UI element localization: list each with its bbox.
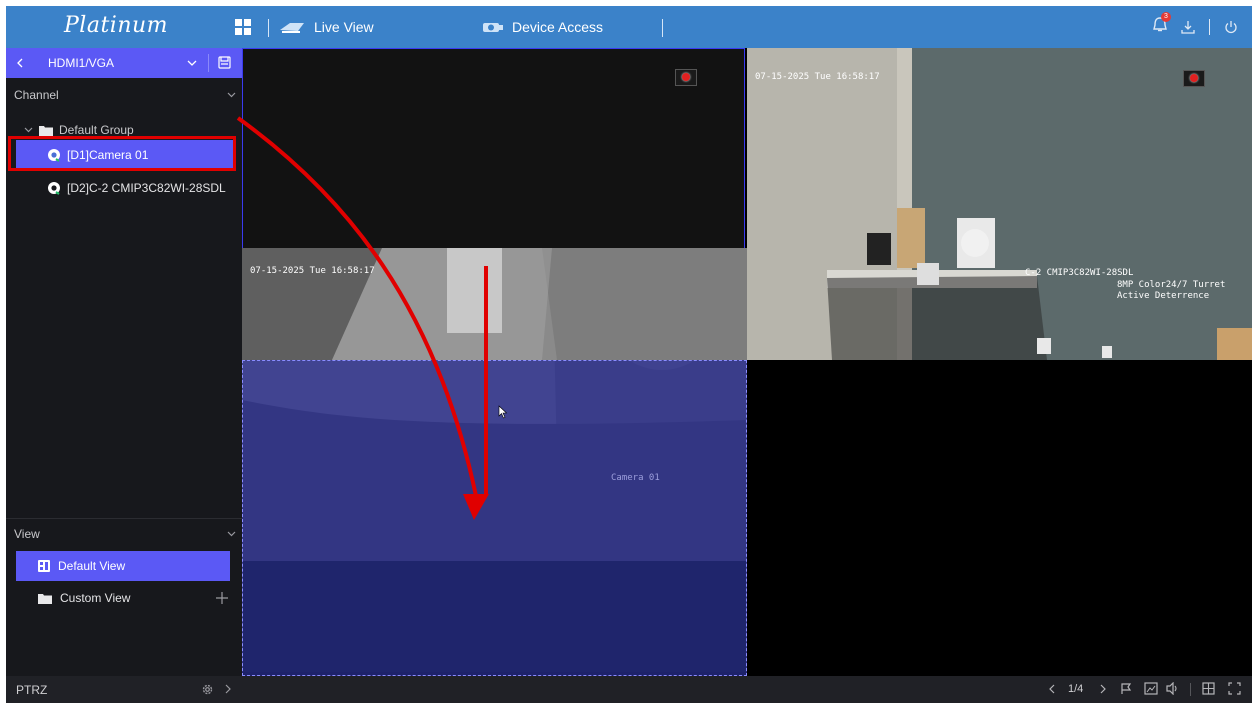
save-icon[interactable] [218, 56, 231, 69]
download-icon[interactable] [1181, 20, 1195, 34]
view-layout-icon [38, 560, 50, 572]
add-icon[interactable] [216, 592, 228, 604]
osd-timestamp: 07-15-2025 Tue 16:58:17 [250, 266, 375, 276]
folder-icon [39, 125, 53, 136]
view-item-custom[interactable]: Custom View [38, 585, 228, 611]
view-label: Custom View [60, 591, 131, 605]
sequence-icon[interactable] [1120, 682, 1133, 695]
chevron-down-icon[interactable] [187, 60, 197, 67]
channel-header-label: Channel [14, 88, 59, 102]
channel-label: [D2]C-2 CMIP3C82WI-28SDL [67, 181, 226, 195]
osd-camera-name: C-2 CMIP3C82WI-28SDL [1025, 268, 1134, 278]
notification-bell-icon[interactable]: 3 [1153, 11, 1171, 38]
live-view-icon [280, 23, 304, 33]
view-item-default[interactable]: Default View [16, 551, 230, 581]
ptrz-label: PTRZ [16, 683, 48, 697]
recording-icon [675, 69, 697, 86]
display-output-selector[interactable]: HDMI1/VGA [6, 48, 242, 78]
bottom-bar: PTRZ 1/4 [6, 676, 1252, 703]
tab-device-access[interactable]: Device Access [482, 6, 603, 48]
camera-feed-image-office [747, 48, 1252, 360]
layout-grid-icon[interactable] [1202, 682, 1215, 695]
sidebar: HDMI1/VGA Channel Default Group [D1]Came… [6, 48, 242, 676]
brand-logo: Platinum [64, 13, 169, 38]
top-right-controls: 3 [1153, 6, 1238, 48]
top-bar: Platinum Live View Device Access 3 [6, 6, 1252, 48]
group-label: Default Group [59, 123, 134, 137]
camera-device-icon [483, 23, 503, 32]
live-view-grid: 07-15-2025 Tue 16:58:17 C-2 CMIP3C82WI-2… [242, 48, 1252, 676]
channel-item-c2[interactable]: [D2]C-2 CMIP3C82WI-28SDL [47, 175, 237, 201]
folder-icon [38, 593, 52, 604]
tab-label: Live View [314, 19, 374, 35]
osd-timestamp: 07-15-2025 Tue 16:58:17 [755, 72, 880, 82]
view-section-header[interactable]: View [14, 527, 236, 543]
power-icon[interactable] [1224, 20, 1238, 34]
channel-section-header[interactable]: Channel [14, 88, 236, 104]
mouse-cursor-icon [498, 405, 508, 419]
next-page-icon[interactable] [1100, 684, 1107, 694]
recording-icon [1183, 70, 1205, 87]
osd-camera-name: Camera 01 [611, 473, 660, 483]
chevron-down-icon[interactable] [227, 92, 236, 98]
view-header-label: View [14, 527, 40, 541]
gear-icon[interactable] [201, 683, 214, 696]
view-section: View Default View Custom View [6, 518, 242, 677]
drop-zone-overlay: Camera 01 [242, 360, 747, 676]
app-window: Platinum Live View Device Access 3 HDMI1… [6, 6, 1252, 703]
chevron-left-icon[interactable] [16, 58, 24, 68]
topbar-divider [1209, 19, 1210, 35]
tab-label: Device Access [512, 19, 604, 35]
view-label: Default View [58, 559, 126, 573]
menu-grid-icon[interactable] [235, 19, 251, 35]
snapshot-icon[interactable] [1144, 682, 1158, 695]
chevron-down-icon[interactable] [24, 127, 33, 133]
tab-live-view[interactable]: Live View [278, 6, 374, 48]
display-output-label: HDMI1/VGA [48, 56, 115, 70]
chevron-right-icon[interactable] [225, 684, 232, 694]
highlight-annotation-box [8, 136, 236, 171]
audio-icon[interactable] [1166, 682, 1180, 695]
page-indicator: 1/4 [1068, 683, 1084, 695]
notification-badge: 3 [1161, 11, 1171, 22]
camera-feed-image-ceiling-top [242, 248, 747, 360]
fullscreen-icon[interactable] [1228, 682, 1241, 695]
video-tile-2[interactable]: 07-15-2025 Tue 16:58:17 C-2 CMIP3C82WI-2… [747, 48, 1252, 360]
camera-online-icon [48, 182, 60, 195]
osd-camera-desc-1: 8MP Color24/7 Turret [1117, 280, 1226, 290]
camera-01-feed-top: 07-15-2025 Tue 16:58:17 [242, 248, 747, 360]
prev-page-icon[interactable] [1048, 684, 1055, 694]
chevron-down-icon[interactable] [227, 531, 236, 537]
osd-camera-desc-2: Active Deterrence [1117, 291, 1210, 301]
video-tile-4[interactable] [747, 360, 1252, 676]
